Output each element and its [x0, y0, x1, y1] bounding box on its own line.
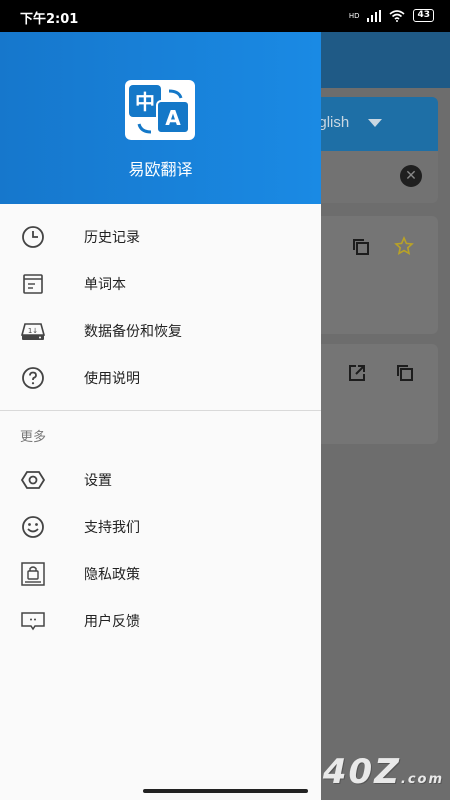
- open-external-icon[interactable]: [348, 364, 366, 382]
- more-menu: 设置 支持我们 隐私政策 用户反馈: [0, 456, 321, 644]
- menu-item-label: 隐私政策: [84, 566, 140, 583]
- svg-text:中: 中: [135, 90, 155, 114]
- menu-item-support[interactable]: 支持我们: [0, 503, 321, 550]
- feedback-icon: [20, 608, 46, 634]
- lock-icon: [20, 561, 46, 587]
- drive-icon: 1↓: [20, 318, 46, 344]
- settings-icon: [20, 467, 46, 493]
- status-time: 下午2:01: [20, 12, 79, 27]
- menu-item-label: 使用说明: [84, 370, 140, 387]
- caret-down-icon: [368, 119, 382, 127]
- copy-icon[interactable]: [396, 364, 414, 382]
- smile-icon: [20, 514, 46, 540]
- app-logo-icon: 中 A: [125, 80, 195, 140]
- help-icon: [20, 365, 46, 391]
- signal-icon: [367, 9, 382, 22]
- menu-item-wordbook[interactable]: 单词本: [0, 260, 321, 307]
- home-indicator[interactable]: [143, 789, 308, 793]
- drawer-header: 中 A 易欧翻译: [0, 32, 321, 204]
- copy-icon[interactable]: [352, 238, 370, 256]
- menu-item-label: 单词本: [84, 276, 126, 293]
- menu-item-history[interactable]: 历史记录: [0, 213, 321, 260]
- svg-text:A: A: [165, 106, 181, 130]
- svg-text:1↓: 1↓: [28, 327, 38, 335]
- menu-item-help[interactable]: 使用说明: [0, 354, 321, 401]
- menu-item-label: 支持我们: [84, 519, 140, 536]
- wifi-icon: [389, 9, 405, 22]
- clock-icon: [20, 224, 46, 250]
- network-type: HD: [348, 11, 360, 20]
- menu-item-backup[interactable]: 1↓ 数据备份和恢复: [0, 307, 321, 354]
- notebook-icon: [20, 271, 46, 297]
- battery-indicator: 43: [413, 9, 434, 22]
- menu-item-label: 用户反馈: [84, 613, 140, 630]
- menu-item-label: 设置: [84, 472, 112, 489]
- menu-item-settings[interactable]: 设置: [0, 456, 321, 503]
- status-icons: HD 43: [349, 9, 434, 22]
- app-name: 易欧翻译: [128, 160, 193, 179]
- main-menu: 历史记录 单词本 1↓ 数据备份和恢复 使用说明: [0, 213, 321, 401]
- menu-item-feedback[interactable]: 用户反馈: [0, 597, 321, 644]
- menu-item-privacy[interactable]: 隐私政策: [0, 550, 321, 597]
- navigation-drawer: 中 A 易欧翻译 历史记录 单词本 1↓ 数据备份和恢复 使用说明 更多 设置 …: [0, 32, 321, 800]
- menu-item-label: 数据备份和恢复: [84, 323, 182, 340]
- status-bar: 下午2:01 HD 43: [0, 0, 450, 32]
- clear-icon[interactable]: ✕: [400, 165, 422, 187]
- menu-item-label: 历史记录: [84, 229, 140, 246]
- section-title-more: 更多: [20, 430, 47, 445]
- star-icon[interactable]: [394, 236, 414, 256]
